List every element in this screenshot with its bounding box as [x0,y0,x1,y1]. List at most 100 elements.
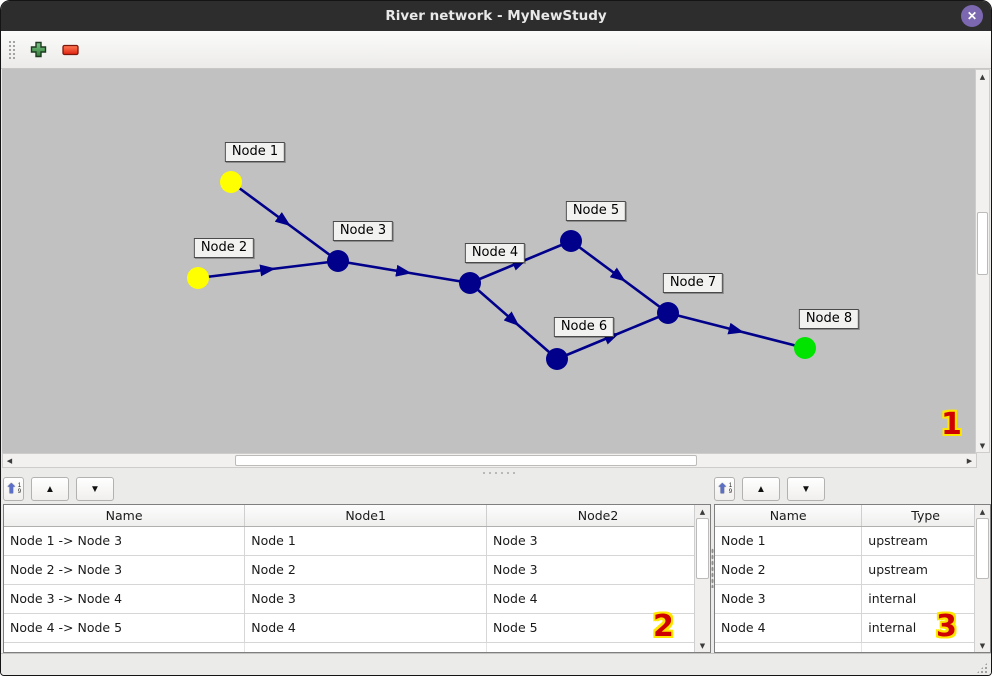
river-link-node-2-to-node-3[interactable] [198,261,338,278]
move-link-down-button[interactable]: ▼ [76,477,114,501]
nodes-panel: ⬆ 1 9 ▲ ▼ NameTypeNode 1upstreamNode 2up… [714,476,991,653]
table-cell[interactable]: Node 2 -> Node 3 [4,555,245,584]
table-cell[interactable]: Node 2 [715,555,862,584]
table-row[interactable]: Node 2 -> Node 3Node 2Node 3 [4,555,710,584]
table-row[interactable]: Node 2upstream [715,555,990,584]
node-label-node-6[interactable]: Node 6 [554,317,614,337]
table-cell[interactable]: Node 3 [487,526,710,555]
table-cell[interactable]: Node 4 [715,613,862,642]
table-row[interactable]: Node 3internal [715,584,990,613]
table-cell[interactable]: Node 3 -> Node 4 [4,584,245,613]
table-cell[interactable]: Node 1 [245,526,487,555]
river-link-node-7-to-node-8[interactable] [668,313,805,348]
splitter-handle-icon [481,471,515,475]
table-cell[interactable]: internal [862,613,990,642]
canvas-horizontal-scrollbar[interactable]: ◀ ▶ [2,453,977,468]
table-cell[interactable]: Node 3 [487,555,710,584]
close-icon: ✕ [967,10,977,22]
network-node-node-8[interactable] [794,337,816,359]
table-cell[interactable]: Node 4 [245,613,487,642]
minus-icon [62,44,79,56]
network-node-node-5[interactable] [560,230,582,252]
table-cell[interactable]: Node 3 [715,584,862,613]
sort-ascending-icon: ⬆ 1 9 [717,481,732,497]
table-cell[interactable]: internal [862,584,990,613]
nodes-scroll-thumb[interactable] [976,518,989,579]
table-cell[interactable]: Node 2 [245,555,487,584]
river-network-canvas[interactable]: Node 1 Node 2 Node 3 Node 4 Node 5 Node 6 Node… [2,69,977,453]
canvas-vertical-scrollbar[interactable]: ▲ ▼ [975,69,990,453]
scroll-down-arrow[interactable]: ▼ [695,639,710,652]
horizontal-scroll-thumb[interactable] [235,455,697,466]
sort-ascending-icon: ⬆ 1 9 [6,481,21,497]
network-node-node-7[interactable] [657,302,679,324]
table-row[interactable]: Node 1upstream [715,526,990,555]
links-scroll-thumb[interactable] [696,518,709,579]
links-table: NameNode1Node2Node 1 -> Node 3Node 1Node… [3,504,711,653]
scroll-up-arrow[interactable]: ▲ [695,505,710,518]
add-node-button[interactable] [25,36,51,64]
table-row[interactable]: Node 1 -> Node 3Node 1Node 3 [4,526,710,555]
move-node-down-button[interactable]: ▼ [787,477,825,501]
table-row[interactable]: Node 4 -> Node 5Node 4Node 5 [4,613,710,642]
network-node-node-1[interactable] [220,171,242,193]
horizontal-splitter[interactable] [1,468,991,476]
column-header-node2[interactable]: Node2 [487,505,710,526]
scroll-left-arrow[interactable]: ◀ [3,454,16,467]
sort-links-button[interactable]: ⬆ 1 9 [3,477,24,501]
node-label-node-3[interactable]: Node 3 [333,221,393,241]
window-resize-grip[interactable] [976,662,988,674]
remove-node-button[interactable] [57,36,83,64]
column-header-node1[interactable]: Node1 [245,505,487,526]
move-link-up-button[interactable]: ▲ [31,477,69,501]
river-link-node-4-to-node-6[interactable] [470,283,557,359]
main-toolbar [1,31,991,69]
status-bar [1,653,991,676]
plus-icon [30,41,47,58]
nodes-table: NameTypeNode 1upstreamNode 2upstreamNode… [714,504,991,653]
move-node-up-button[interactable]: ▲ [742,477,780,501]
down-triangle-icon: ▼ [90,484,100,495]
node-label-node-2[interactable]: Node 2 [194,238,254,258]
table-cell[interactable]: upstream [862,555,990,584]
table-row[interactable]: Node 4internal [715,613,990,642]
column-header-name[interactable]: Name [4,505,245,526]
table-cell[interactable]: Node 1 -> Node 3 [4,526,245,555]
table-cell[interactable]: Node 3 [245,584,487,613]
network-node-node-3[interactable] [327,250,349,272]
title-bar[interactable]: River network - MyNewStudy ✕ [1,1,991,31]
node-label-node-1[interactable]: Node 1 [225,142,285,162]
node-label-node-4[interactable]: Node 4 [465,243,525,263]
column-header-name[interactable]: Name [715,505,862,526]
network-node-node-6[interactable] [546,348,568,370]
scroll-up-arrow[interactable]: ▲ [975,505,990,518]
node-label-node-7[interactable]: Node 7 [663,273,723,293]
node-label-node-5[interactable]: Node 5 [566,201,626,221]
scroll-down-arrow[interactable]: ▼ [976,439,989,452]
table-cell[interactable]: Node 1 [715,526,862,555]
river-link-node-3-to-node-4[interactable] [338,261,470,283]
table-cell[interactable]: Node 4 -> Node 5 [4,613,245,642]
sort-nodes-button[interactable]: ⬆ 1 9 [714,477,735,501]
table-cell[interactable]: Node 5 [487,613,710,642]
table-cell[interactable]: Node 4 [487,584,710,613]
toolbar-drag-handle[interactable] [7,39,15,61]
window-title: River network - MyNewStudy [385,8,606,24]
nodes-panel-toolbar: ⬆ 1 9 ▲ ▼ [714,476,991,504]
column-header-type[interactable]: Type [862,505,990,526]
scroll-up-arrow[interactable]: ▲ [976,70,989,83]
links-table-scrollbar[interactable]: ▲ ▼ [694,505,710,652]
scroll-down-arrow[interactable]: ▼ [975,639,990,652]
close-button[interactable]: ✕ [961,5,983,27]
canvas-area: Node 1 Node 2 Node 3 Node 4 Node 5 Node 6 Node… [1,69,991,468]
empty-table-row [715,642,990,653]
node-label-node-8[interactable]: Node 8 [799,309,859,329]
network-node-node-4[interactable] [459,272,481,294]
nodes-table-scrollbar[interactable]: ▲ ▼ [974,505,990,652]
river-link-node-5-to-node-7[interactable] [571,241,668,313]
vertical-scroll-thumb[interactable] [977,212,988,275]
table-cell[interactable]: upstream [862,526,990,555]
network-node-node-2[interactable] [187,267,209,289]
table-row[interactable]: Node 3 -> Node 4Node 3Node 4 [4,584,710,613]
scroll-right-arrow[interactable]: ▶ [963,454,976,467]
